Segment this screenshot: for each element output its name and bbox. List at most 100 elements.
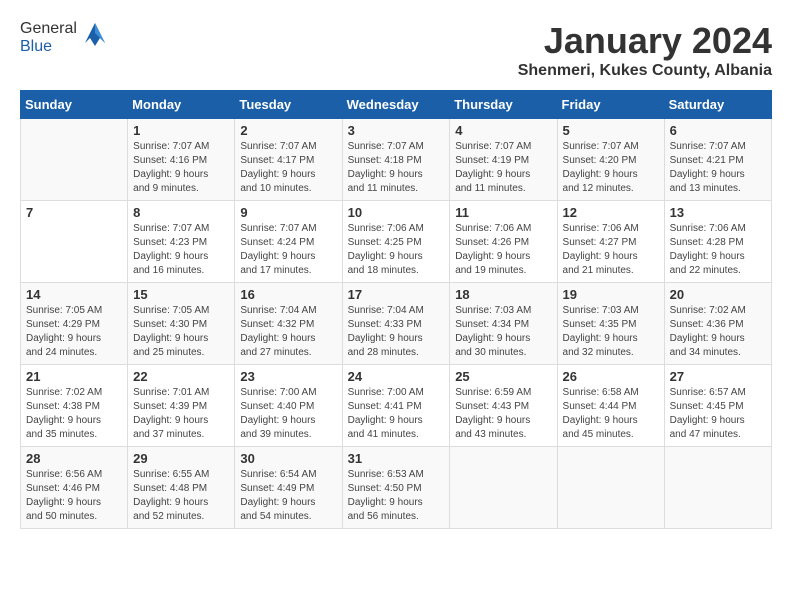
calendar-cell: 24Sunrise: 7:00 AM Sunset: 4:41 PM Dayli… [342, 365, 450, 447]
weekday-header-thursday: Thursday [450, 91, 557, 119]
cell-content: Sunrise: 7:07 AM Sunset: 4:16 PM Dayligh… [133, 140, 229, 196]
weekday-header-sunday: Sunday [21, 91, 128, 119]
cell-content: Sunrise: 6:59 AM Sunset: 4:43 PM Dayligh… [455, 386, 551, 442]
calendar-cell: 8 Sunrise: 7:07 AM Sunset: 4:23 PM Daylig… [128, 201, 235, 283]
calendar-cell: 2Sunrise: 7:07 AM Sunset: 4:17 PM Daylig… [235, 119, 342, 201]
day-number: 3 [348, 123, 445, 138]
day-number: 25 [455, 369, 551, 384]
cell-content: Sunrise: 7:07 AM Sunset: 4:23 PM Dayligh… [133, 222, 229, 278]
logo-icon [80, 18, 110, 48]
calendar-cell: 27 Sunrise: 6:57 AM Sunset: 4:45 PM Dayli… [664, 365, 771, 447]
calendar-cell: 15 Sunrise: 7:05 AM Sunset: 4:30 PM Dayli… [128, 283, 235, 365]
cell-content: Sunrise: 7:07 AM Sunset: 4:20 PM Dayligh… [563, 140, 659, 196]
calendar-cell: 17 Sunrise: 7:04 AM Sunset: 4:33 PM Dayli… [342, 283, 450, 365]
calendar-cell: 25 Sunrise: 6:59 AM Sunset: 4:43 PM Dayli… [450, 365, 557, 447]
cell-content: Sunrise: 7:07 AM Sunset: 4:17 PM Dayligh… [240, 140, 336, 196]
day-number: 1 [133, 123, 229, 138]
week-row-1: 1 Sunrise: 7:07 AM Sunset: 4:16 PM Daylig… [21, 119, 772, 201]
calendar-cell: 23 Sunrise: 7:00 AM Sunset: 4:40 PM Dayli… [235, 365, 342, 447]
calendar-cell: 13 Sunrise: 7:06 AM Sunset: 4:28 PM Dayli… [664, 201, 771, 283]
cell-content: Sunrise: 7:06 AM Sunset: 4:26 PM Dayligh… [455, 222, 551, 278]
cell-content: Sunrise: 7:07 AM Sunset: 4:19 PM Dayligh… [455, 140, 551, 196]
day-number: 5 [563, 123, 659, 138]
day-number: 22 [133, 369, 229, 384]
calendar-cell: 31 Sunrise: 6:53 AM Sunset: 4:50 PM Dayli… [342, 447, 450, 529]
weekday-header-saturday: Saturday [664, 91, 771, 119]
weekday-header-monday: Monday [128, 91, 235, 119]
day-number: 9 [240, 205, 336, 220]
calendar-cell [664, 447, 771, 529]
day-number: 29 [133, 451, 229, 466]
logo-general-text: General [20, 20, 77, 37]
day-number: 4 [455, 123, 551, 138]
day-number: 15 [133, 287, 229, 302]
day-number: 13 [670, 205, 766, 220]
day-number: 18 [455, 287, 551, 302]
logo-blue-text: Blue [20, 38, 52, 55]
day-number: 6 [670, 123, 766, 138]
title-block: January 2024 Shenmeri, Kukes County, Alb… [518, 20, 772, 80]
cell-content: Sunrise: 7:07 AM Sunset: 4:24 PM Dayligh… [240, 222, 336, 278]
calendar-cell: 9 Sunrise: 7:07 AM Sunset: 4:24 PM Daylig… [235, 201, 342, 283]
page-header: General Blue January 2024 Shenmeri, Kuke… [20, 20, 772, 80]
cell-content: Sunrise: 7:06 AM Sunset: 4:25 PM Dayligh… [348, 222, 445, 278]
calendar-cell: 21Sunrise: 7:02 AM Sunset: 4:38 PM Dayli… [21, 365, 128, 447]
day-number: 20 [670, 287, 766, 302]
day-number: 10 [348, 205, 445, 220]
calendar-cell: 1 Sunrise: 7:07 AM Sunset: 4:16 PM Daylig… [128, 119, 235, 201]
logo: General Blue [20, 20, 110, 56]
cell-content: Sunrise: 6:57 AM Sunset: 4:45 PM Dayligh… [670, 386, 766, 442]
calendar-table: SundayMondayTuesdayWednesdayThursdayFrid… [20, 90, 772, 529]
calendar-cell: 26Sunrise: 6:58 AM Sunset: 4:44 PM Dayli… [557, 365, 664, 447]
cell-content: Sunrise: 6:56 AM Sunset: 4:46 PM Dayligh… [26, 468, 122, 524]
week-row-2: 78 Sunrise: 7:07 AM Sunset: 4:23 PM Dayli… [21, 201, 772, 283]
calendar-cell: 11Sunrise: 7:06 AM Sunset: 4:26 PM Dayli… [450, 201, 557, 283]
week-row-4: 21Sunrise: 7:02 AM Sunset: 4:38 PM Dayli… [21, 365, 772, 447]
calendar-cell: 28 Sunrise: 6:56 AM Sunset: 4:46 PM Dayli… [21, 447, 128, 529]
cell-content: Sunrise: 7:01 AM Sunset: 4:39 PM Dayligh… [133, 386, 229, 442]
weekday-header-row: SundayMondayTuesdayWednesdayThursdayFrid… [21, 91, 772, 119]
cell-content: Sunrise: 7:05 AM Sunset: 4:30 PM Dayligh… [133, 304, 229, 360]
cell-content: Sunrise: 7:04 AM Sunset: 4:32 PM Dayligh… [240, 304, 336, 360]
day-number: 16 [240, 287, 336, 302]
calendar-cell: 22 Sunrise: 7:01 AM Sunset: 4:39 PM Dayli… [128, 365, 235, 447]
cell-content: Sunrise: 7:06 AM Sunset: 4:27 PM Dayligh… [563, 222, 659, 278]
cell-content: Sunrise: 7:05 AM Sunset: 4:29 PM Dayligh… [26, 304, 122, 360]
calendar-cell: 7 [21, 201, 128, 283]
day-number: 31 [348, 451, 445, 466]
calendar-cell: 10 Sunrise: 7:06 AM Sunset: 4:25 PM Dayli… [342, 201, 450, 283]
calendar-cell: 18 Sunrise: 7:03 AM Sunset: 4:34 PM Dayli… [450, 283, 557, 365]
calendar-cell [21, 119, 128, 201]
day-number: 27 [670, 369, 766, 384]
week-row-3: 14Sunrise: 7:05 AM Sunset: 4:29 PM Dayli… [21, 283, 772, 365]
cell-content: Sunrise: 7:04 AM Sunset: 4:33 PM Dayligh… [348, 304, 445, 360]
cell-content: Sunrise: 7:00 AM Sunset: 4:40 PM Dayligh… [240, 386, 336, 442]
weekday-header-friday: Friday [557, 91, 664, 119]
cell-content: Sunrise: 6:53 AM Sunset: 4:50 PM Dayligh… [348, 468, 445, 524]
month-title: January 2024 [518, 20, 772, 62]
day-number: 26 [563, 369, 659, 384]
cell-content: Sunrise: 7:00 AM Sunset: 4:41 PM Dayligh… [348, 386, 445, 442]
cell-content: Sunrise: 6:54 AM Sunset: 4:49 PM Dayligh… [240, 468, 336, 524]
cell-content: Sunrise: 7:03 AM Sunset: 4:35 PM Dayligh… [563, 304, 659, 360]
day-number: 28 [26, 451, 122, 466]
day-number: 8 [133, 205, 229, 220]
day-number: 12 [563, 205, 659, 220]
calendar-cell: 14Sunrise: 7:05 AM Sunset: 4:29 PM Dayli… [21, 283, 128, 365]
calendar-cell: 20 Sunrise: 7:02 AM Sunset: 4:36 PM Dayli… [664, 283, 771, 365]
day-number: 17 [348, 287, 445, 302]
cell-content: Sunrise: 6:55 AM Sunset: 4:48 PM Dayligh… [133, 468, 229, 524]
day-number: 23 [240, 369, 336, 384]
weekday-header-wednesday: Wednesday [342, 91, 450, 119]
day-number: 19 [563, 287, 659, 302]
cell-content: Sunrise: 7:06 AM Sunset: 4:28 PM Dayligh… [670, 222, 766, 278]
calendar-cell: 12 Sunrise: 7:06 AM Sunset: 4:27 PM Dayli… [557, 201, 664, 283]
cell-content: Sunrise: 7:07 AM Sunset: 4:21 PM Dayligh… [670, 140, 766, 196]
cell-content: Sunrise: 7:03 AM Sunset: 4:34 PM Dayligh… [455, 304, 551, 360]
calendar-cell [557, 447, 664, 529]
cell-content: Sunrise: 7:02 AM Sunset: 4:36 PM Dayligh… [670, 304, 766, 360]
day-number: 7 [26, 205, 122, 220]
calendar-cell: 30 Sunrise: 6:54 AM Sunset: 4:49 PM Dayli… [235, 447, 342, 529]
day-number: 30 [240, 451, 336, 466]
calendar-cell: 29 Sunrise: 6:55 AM Sunset: 4:48 PM Dayli… [128, 447, 235, 529]
